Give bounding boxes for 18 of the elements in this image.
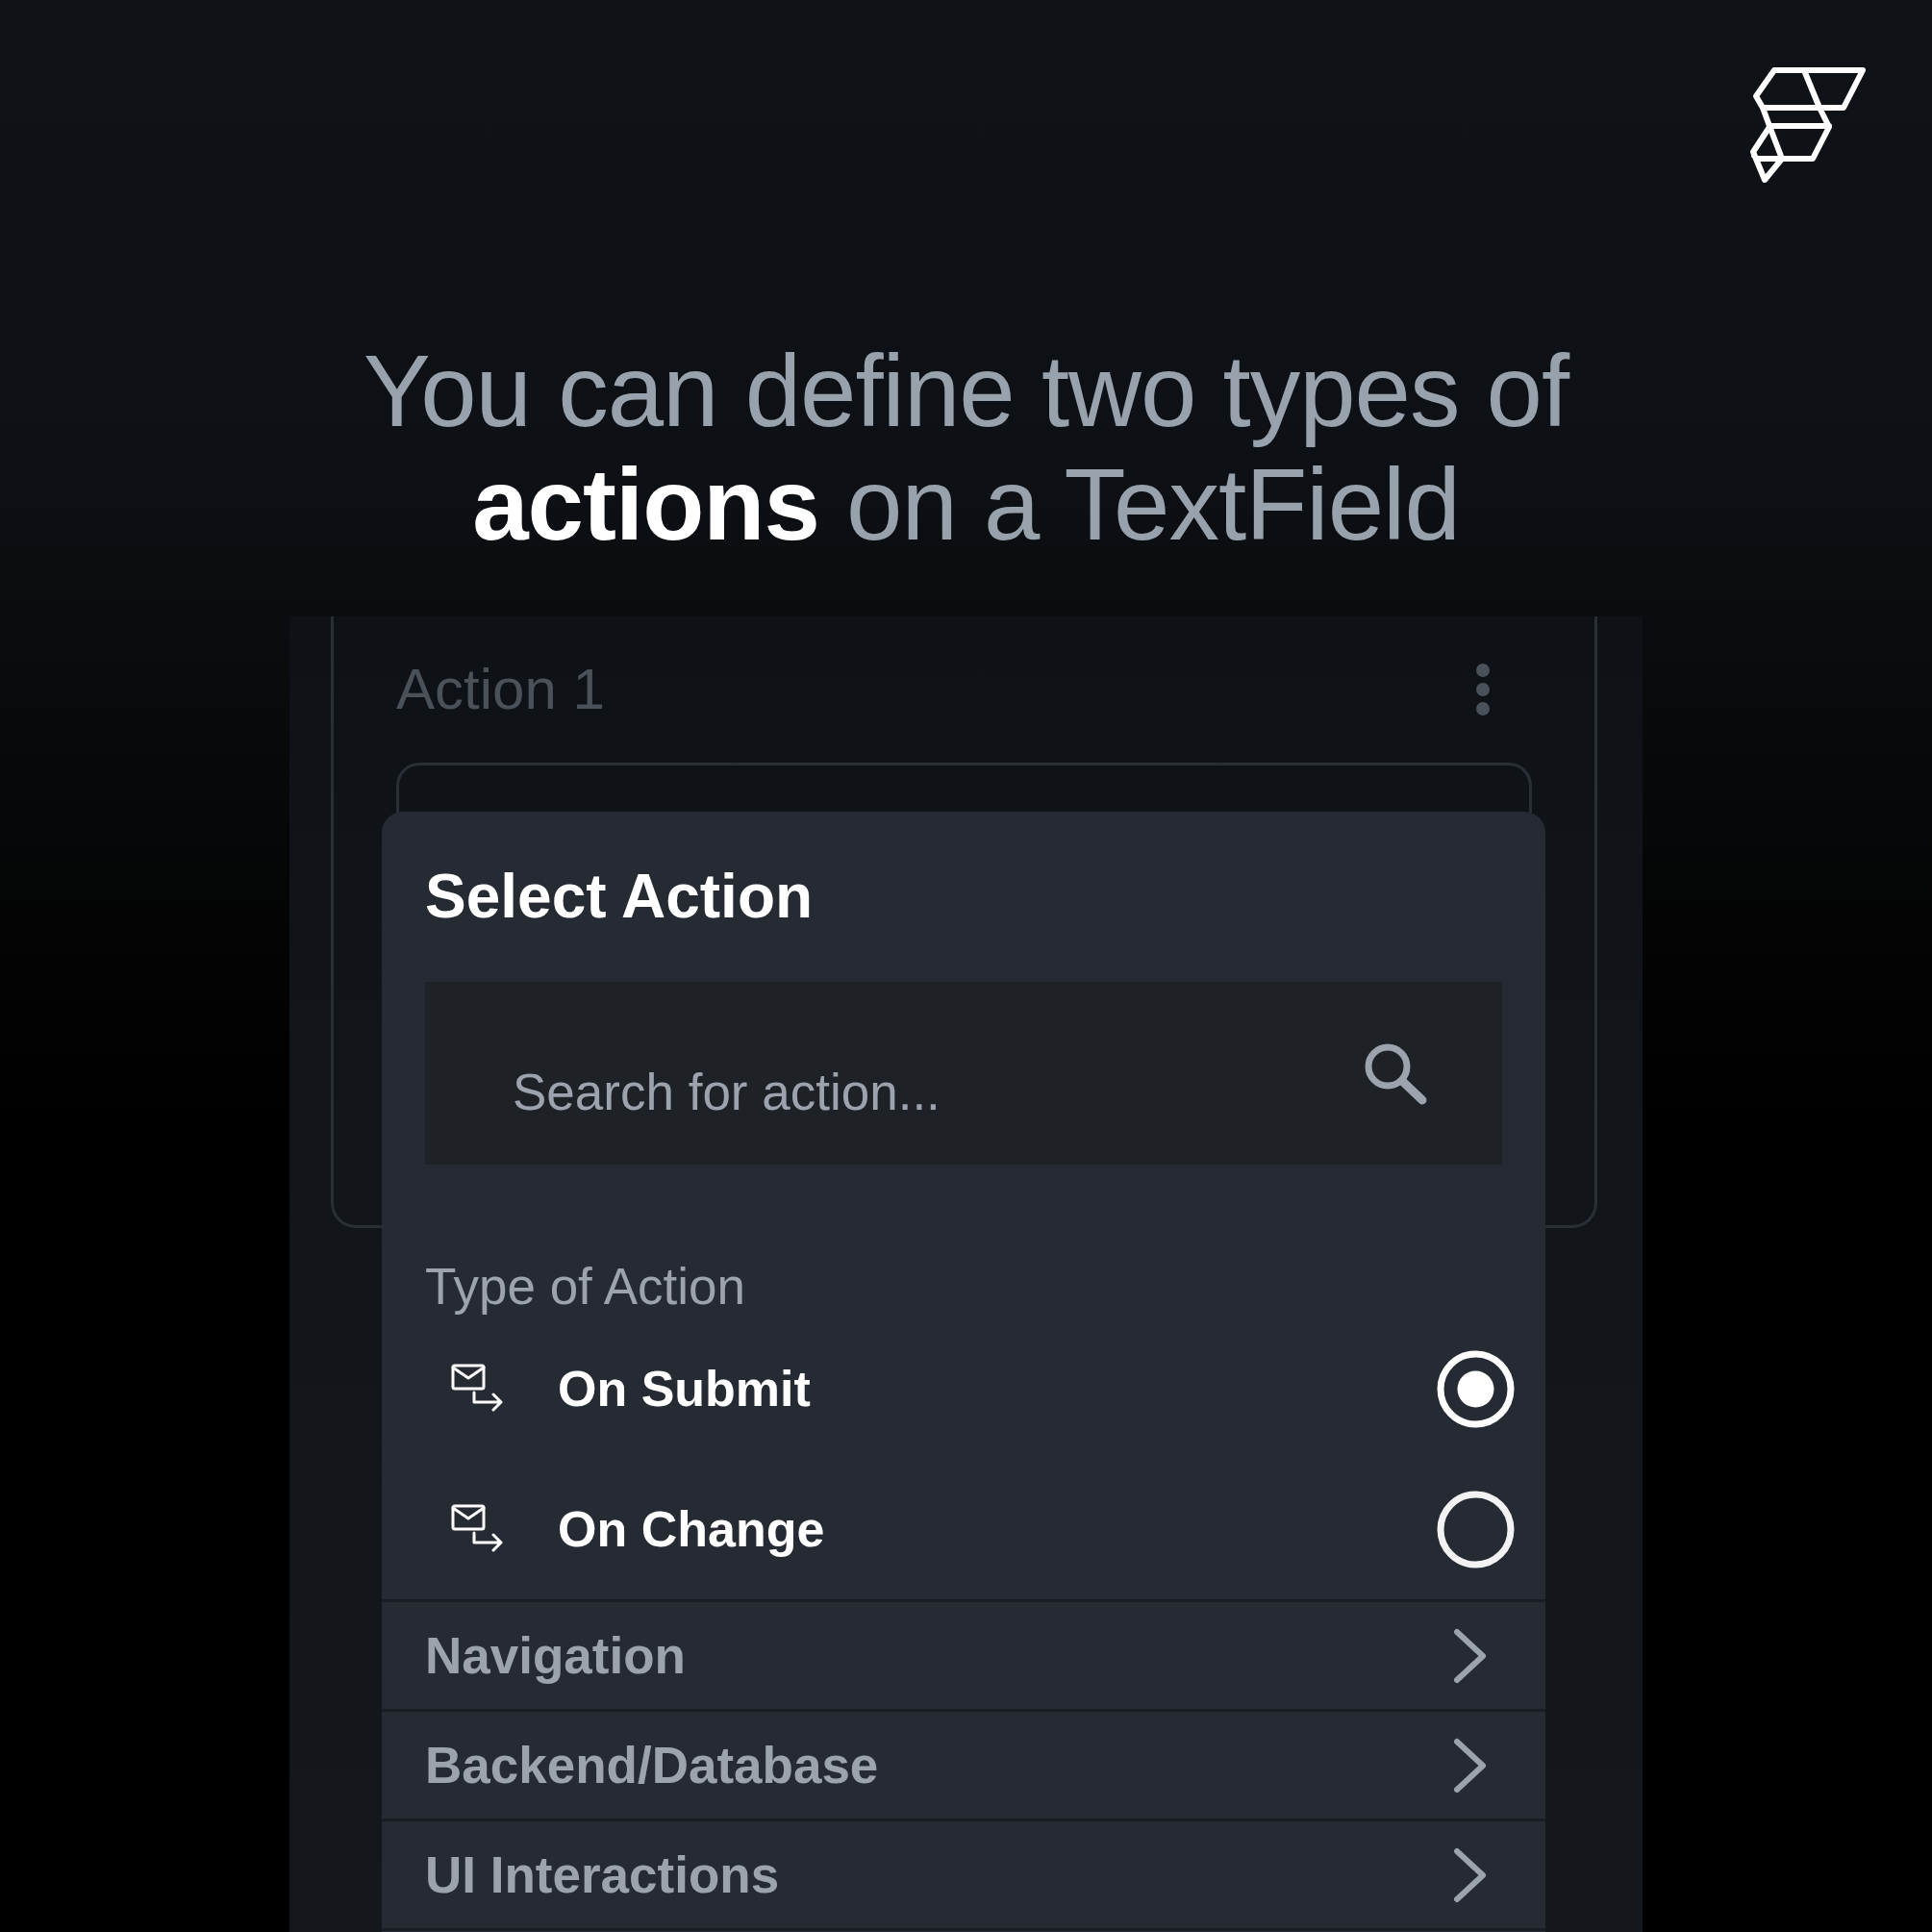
search-icon bbox=[1363, 1041, 1428, 1105]
chevron-right-icon bbox=[1453, 1737, 1488, 1794]
radio-button[interactable] bbox=[1437, 1490, 1515, 1568]
category-item[interactable]: Backend/Database bbox=[382, 1709, 1545, 1819]
category-item[interactable]: UI Interactions bbox=[382, 1819, 1545, 1931]
search-field[interactable]: Search for action... bbox=[425, 982, 1502, 1165]
headline: You can define two types of actions on a TextField bbox=[362, 335, 1571, 562]
section-label: Type of Action bbox=[425, 1258, 746, 1316]
chevron-right-icon bbox=[1453, 1846, 1488, 1903]
envelope-arrow-icon bbox=[451, 1504, 505, 1554]
envelope-arrow-icon bbox=[451, 1364, 505, 1414]
card-title: Action 1 bbox=[396, 656, 605, 723]
option-label: On Submit bbox=[558, 1360, 812, 1418]
dialog-title: Select Action bbox=[425, 865, 815, 928]
logo-icon bbox=[1748, 64, 1868, 184]
chevron-right-icon bbox=[1453, 1627, 1488, 1684]
category-item[interactable]: Navigation bbox=[382, 1599, 1545, 1709]
option-label: On Change bbox=[558, 1500, 826, 1558]
